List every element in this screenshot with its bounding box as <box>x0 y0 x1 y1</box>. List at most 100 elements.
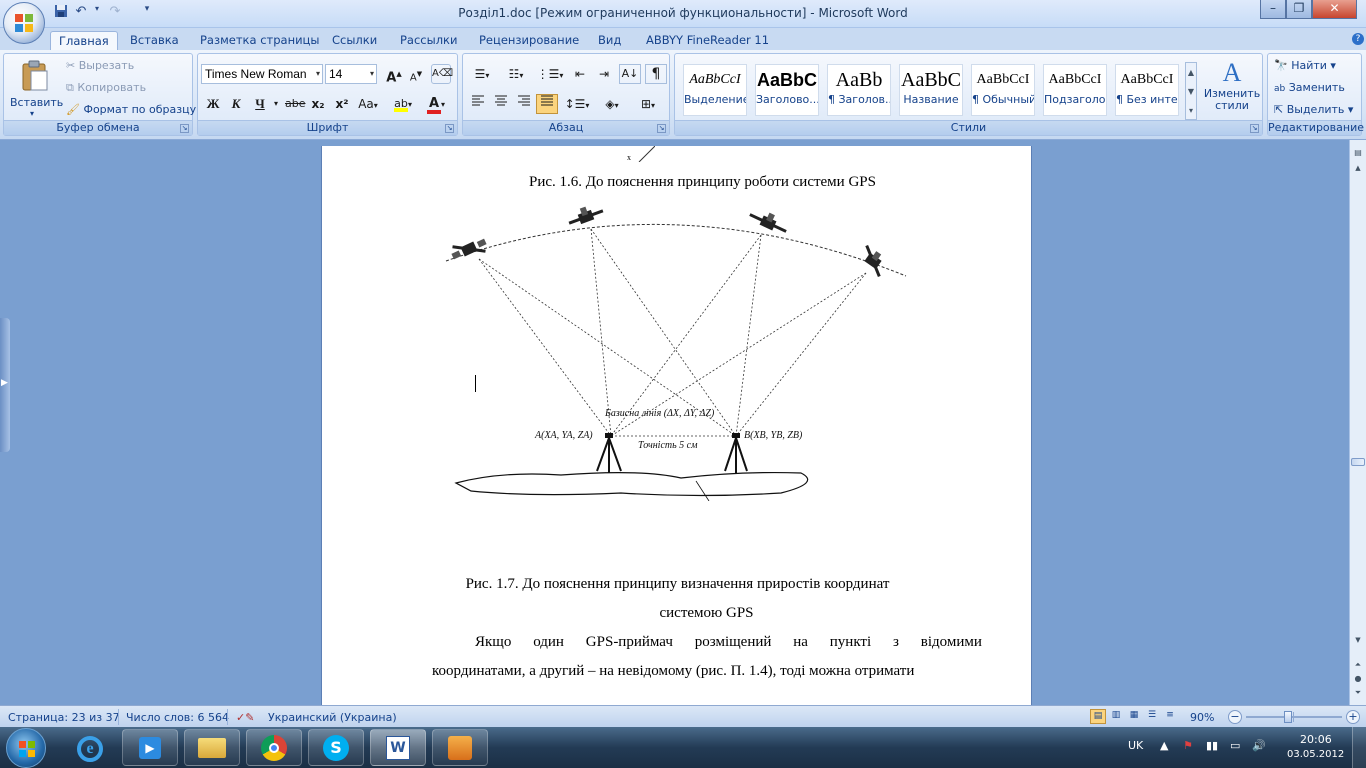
tab-home[interactable]: Главная <box>50 31 118 50</box>
font-size-dropdown-icon[interactable]: ▾ <box>370 65 374 83</box>
customize-qat-icon[interactable]: ▾ <box>138 4 156 22</box>
style-normal[interactable]: AaBbCcI ¶ Обычный <box>971 64 1035 116</box>
superscript-button[interactable]: x² <box>332 94 352 114</box>
zoom-slider-track[interactable] <box>1246 716 1342 718</box>
decrease-indent-icon[interactable]: ⇤ <box>569 64 591 84</box>
proofing-icon[interactable]: ✓✎ <box>236 711 254 724</box>
tab-page-layout[interactable]: Разметка страницы <box>192 31 327 50</box>
highlight-button[interactable]: ab▾ <box>390 94 416 114</box>
explorer-icon[interactable] <box>184 729 240 766</box>
redo-icon[interactable]: ↷ <box>106 4 124 22</box>
page-count[interactable]: Страница: 23 из 37 <box>8 711 120 724</box>
tab-review[interactable]: Рецензирование <box>471 31 587 50</box>
align-center-icon[interactable] <box>490 94 512 114</box>
zoom-in-icon[interactable]: + <box>1346 710 1360 724</box>
format-painter-button[interactable]: 🖌 Формат по образцу <box>66 103 196 116</box>
vertical-scrollbar[interactable]: ▤ ▲ ▼ ⏶ ● ⏷ <box>1349 140 1366 705</box>
chrome-icon[interactable] <box>246 729 302 766</box>
show-formatting-icon[interactable]: ¶ <box>645 64 667 84</box>
sort-icon[interactable]: A↓ <box>619 64 641 84</box>
language-indicator[interactable]: Украинский (Украина) <box>268 711 397 724</box>
tray-expand-icon[interactable]: ▲ <box>1160 739 1168 752</box>
paste-dropdown-icon[interactable]: ▾ <box>30 109 34 118</box>
tab-view[interactable]: Вид <box>590 31 629 50</box>
style-no-spacing[interactable]: AaBbCcI ¶ Без инте... <box>1115 64 1179 116</box>
clipboard-dialog-launcher-icon[interactable]: ↘ <box>180 124 189 133</box>
zoom-out-icon[interactable]: − <box>1228 710 1242 724</box>
select-button[interactable]: ⇱ Выделить ▾ <box>1274 103 1353 116</box>
minimize-button[interactable]: – <box>1260 0 1286 19</box>
ruler-toggle-icon[interactable]: ▤ <box>1352 148 1364 162</box>
web-layout-icon[interactable]: ▦ <box>1126 709 1142 724</box>
close-button[interactable]: ✕ <box>1312 0 1357 19</box>
outline-icon[interactable]: ☰ <box>1144 709 1160 724</box>
tab-mailings[interactable]: Рассылки <box>392 31 465 50</box>
align-left-icon[interactable] <box>467 94 489 114</box>
style-emphasis[interactable]: AaBbCcI Выделение <box>683 64 747 116</box>
cut-button[interactable]: ✂ Вырезать <box>66 59 134 72</box>
flag-icon[interactable]: ⚑ <box>1183 739 1193 752</box>
style-heading2[interactable]: AaBb ¶ Заголов... <box>827 64 891 116</box>
zoom-level[interactable]: 90% <box>1190 711 1214 724</box>
keyboard-language[interactable]: UK <box>1128 739 1143 752</box>
change-styles-button[interactable]: A Изменить стили <box>1202 58 1262 120</box>
shrink-font-button[interactable]: A▼ <box>406 64 426 84</box>
restore-button[interactable]: ❐ <box>1286 0 1312 19</box>
clock-time[interactable]: 20:06 <box>1300 733 1332 746</box>
document-page[interactable]: x Рис. 1.6. До пояснення принципу роботи… <box>321 146 1032 705</box>
previous-page-icon[interactable]: ⏶ <box>1352 660 1364 670</box>
display-icon[interactable]: ▭ <box>1230 739 1240 752</box>
subscript-button[interactable]: x₂ <box>308 94 328 114</box>
next-page-icon[interactable]: ⏷ <box>1352 688 1364 698</box>
shading-icon[interactable]: ◈▾ <box>597 94 627 114</box>
replace-button[interactable]: ab Заменить <box>1274 81 1345 94</box>
bullets-icon[interactable]: ☰▾ <box>467 64 497 84</box>
italic-button[interactable]: К <box>226 94 246 114</box>
draft-icon[interactable]: ≡ <box>1162 709 1178 724</box>
styles-dialog-launcher-icon[interactable]: ↘ <box>1250 124 1259 133</box>
underline-button[interactable]: Ч <box>250 94 270 114</box>
zoom-slider-thumb[interactable] <box>1283 711 1292 723</box>
numbering-icon[interactable]: ☷▾ <box>501 64 531 84</box>
font-size-box[interactable]: 14 ▾ <box>325 64 377 84</box>
left-panel-toggle[interactable]: ▶ <box>0 318 10 452</box>
font-name-box[interactable]: Times New Roman ▾ <box>201 64 323 84</box>
media-player-icon[interactable]: ▶ <box>122 729 178 766</box>
styles-scroll[interactable]: ▲ ▼ ▾ <box>1185 62 1197 120</box>
clock-date[interactable]: 03.05.2012 <box>1287 749 1344 760</box>
style-subtitle[interactable]: AaBbCcI Подзаголо... <box>1043 64 1107 116</box>
style-title[interactable]: AaBbC Название <box>899 64 963 116</box>
browse-object-icon[interactable]: ● <box>1352 674 1364 683</box>
scroll-thumb[interactable] <box>1351 458 1365 466</box>
save-icon[interactable] <box>52 4 70 22</box>
paste-button[interactable]: Вставить ▾ <box>10 58 63 118</box>
increase-indent-icon[interactable]: ⇥ <box>593 64 615 84</box>
presentation-app-icon[interactable] <box>432 729 488 766</box>
tab-references[interactable]: Ссылки <box>324 31 385 50</box>
underline-dropdown-icon[interactable]: ▾ <box>271 94 281 114</box>
network-icon[interactable]: ▮▮ <box>1206 739 1218 752</box>
help-icon[interactable]: ? <box>1352 33 1364 45</box>
font-dialog-launcher-icon[interactable]: ↘ <box>445 124 454 133</box>
justify-icon[interactable] <box>536 94 558 114</box>
line-spacing-icon[interactable]: ↕☰▾ <box>563 94 591 114</box>
scroll-up-icon[interactable]: ▲ <box>1352 164 1364 174</box>
tab-abbyy[interactable]: ABBYY FineReader 11 <box>638 31 777 50</box>
print-layout-icon[interactable]: ▤ <box>1090 709 1106 724</box>
font-color-button[interactable]: A ▾ <box>422 94 450 114</box>
word-icon[interactable]: W <box>370 729 426 766</box>
change-case-button[interactable]: Aa▾ <box>356 94 380 114</box>
paragraph-dialog-launcher-icon[interactable]: ↘ <box>657 124 666 133</box>
undo-dropdown-icon[interactable]: ▾ <box>88 4 106 22</box>
word-count[interactable]: Число слов: 6 564 <box>126 711 229 724</box>
full-screen-reading-icon[interactable]: ▥ <box>1108 709 1124 724</box>
grow-font-button[interactable]: A▲ <box>384 64 404 85</box>
tab-insert[interactable]: Вставка <box>122 31 187 50</box>
internet-explorer-icon[interactable]: e <box>62 729 118 766</box>
skype-icon[interactable]: S <box>308 729 364 766</box>
show-desktop-button[interactable] <box>1352 727 1366 768</box>
multilevel-list-icon[interactable]: ⋮☰▾ <box>535 64 565 84</box>
font-name-dropdown-icon[interactable]: ▾ <box>316 65 320 83</box>
strikethrough-button[interactable]: abe <box>284 94 306 114</box>
start-button[interactable] <box>6 728 46 768</box>
